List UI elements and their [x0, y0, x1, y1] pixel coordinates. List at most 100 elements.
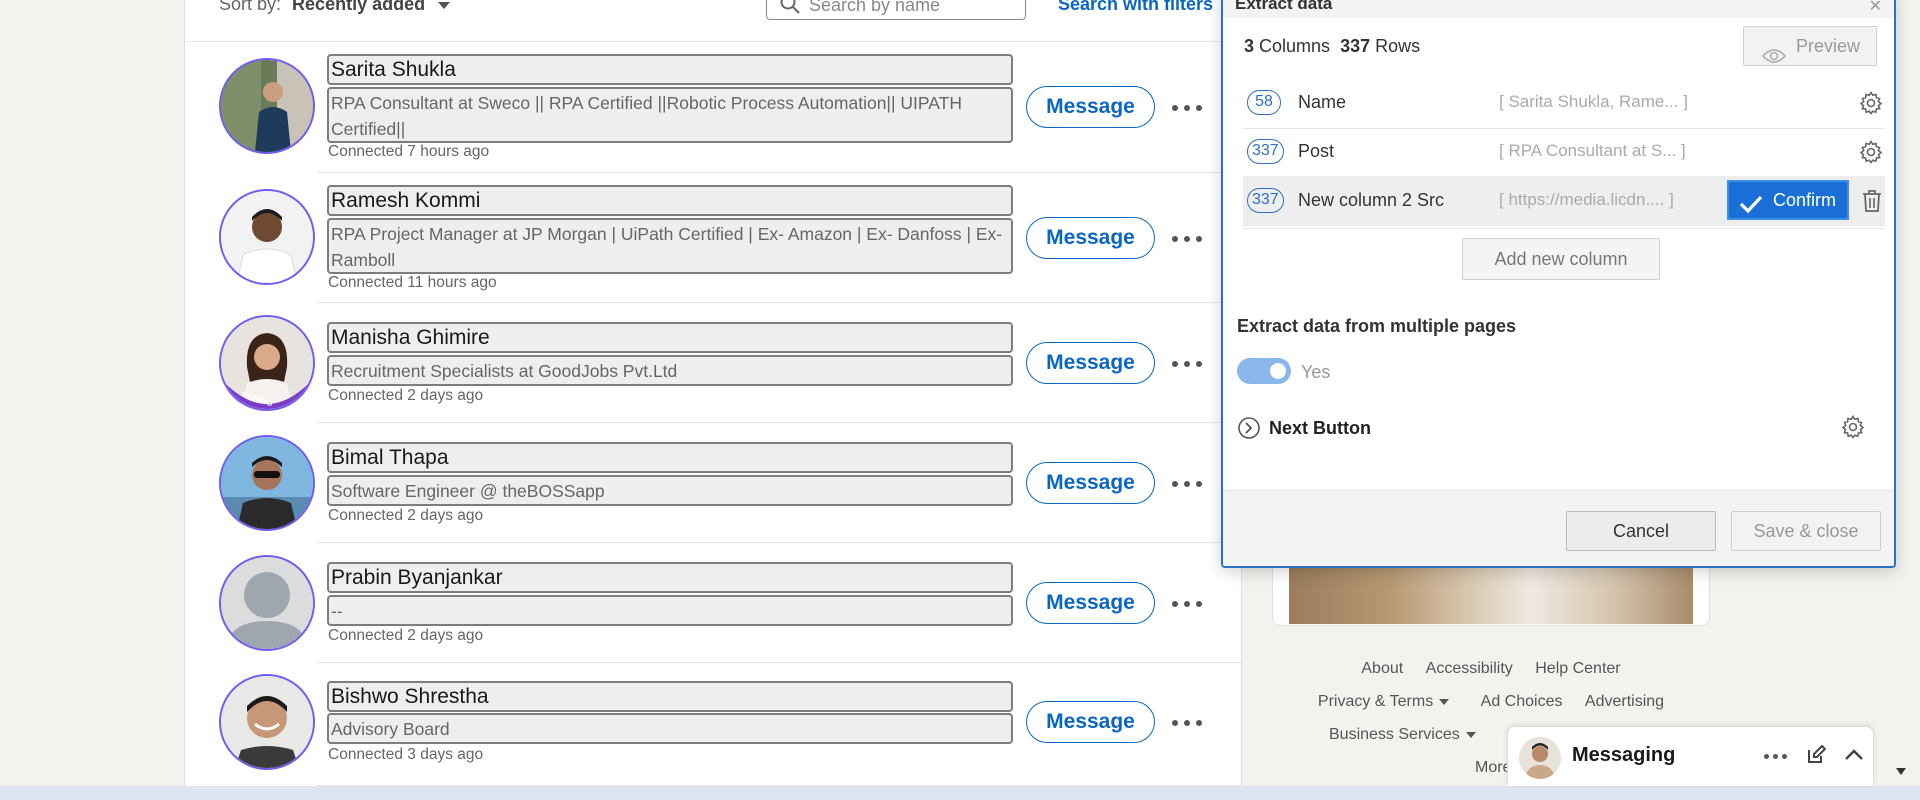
column-sample: [ Sarita Shukla, Rame... ] — [1499, 92, 1688, 111]
caret-down-icon — [438, 1, 451, 9]
column-row-new-column-2-src[interactable]: 337 New column 2 Src [ https://media.lic… — [1243, 176, 1885, 226]
message-button[interactable]: Message — [1026, 86, 1155, 128]
connections-card: Sort by: Recently added Search by name S… — [184, 0, 1243, 786]
connection-name[interactable]: Ramesh Kommi — [327, 185, 1013, 216]
more-options-icon[interactable] — [1764, 752, 1788, 762]
message-button[interactable]: Message — [1026, 342, 1155, 384]
preview-label: Preview — [1796, 36, 1861, 56]
connected-time: Connected 3 days ago — [328, 746, 484, 763]
search-placeholder: Search by name — [809, 0, 941, 15]
chevron-up-icon[interactable] — [1844, 747, 1864, 766]
arrow-circle-right-icon — [1237, 416, 1261, 445]
connected-time: Connected 7 hours ago — [328, 143, 490, 160]
more-options-icon[interactable] — [1171, 594, 1205, 614]
footer-link-label: Business Services — [1329, 726, 1460, 743]
gear-icon[interactable] — [1859, 91, 1883, 120]
divider — [317, 785, 1243, 786]
avatar[interactable] — [219, 674, 315, 770]
footer-link-help-center[interactable]: Help Center — [1535, 660, 1620, 677]
connection-post: -- — [327, 595, 1013, 626]
gear-icon[interactable] — [1859, 140, 1883, 169]
more-options-icon[interactable] — [1171, 354, 1205, 374]
next-button-row[interactable]: Next Button — [1237, 414, 1887, 444]
column-count-badge: 337 — [1247, 139, 1284, 164]
connection-name[interactable]: Prabin Byanjankar — [327, 562, 1013, 593]
footer-link-ad-choices[interactable]: Ad Choices — [1481, 693, 1563, 710]
footer-link-more[interactable]: More — [1475, 759, 1511, 776]
preview-button[interactable]: Preview — [1743, 26, 1877, 66]
dialog-stats: 3 Columns 337 Rows — [1244, 36, 1420, 57]
caret-down-icon — [1465, 731, 1476, 738]
cancel-button[interactable]: Cancel — [1566, 511, 1716, 551]
message-button[interactable]: Message — [1026, 462, 1155, 504]
column-name[interactable]: Name — [1298, 92, 1346, 113]
message-button[interactable]: Message — [1026, 217, 1155, 259]
footer-link-accessibility[interactable]: Accessibility — [1426, 660, 1513, 677]
close-icon[interactable]: ✕ — [1869, 0, 1882, 16]
column-count-badge: 337 — [1247, 188, 1284, 213]
caret-down-icon — [1439, 698, 1450, 705]
rows-label: Rows — [1375, 36, 1421, 56]
add-new-column-button[interactable]: Add new column — [1462, 238, 1660, 280]
column-name[interactable]: New column 2 Src — [1298, 190, 1444, 211]
connection-post: RPA Project Manager at JP Morgan | UiPat… — [327, 218, 1013, 274]
message-button[interactable]: Message — [1026, 701, 1155, 743]
dialog-footer: Cancel Save & close — [1223, 490, 1894, 566]
avatar[interactable] — [219, 189, 315, 285]
taskbar-strip — [0, 786, 1920, 800]
column-name[interactable]: Post — [1298, 141, 1334, 162]
multi-pages-label: Extract data from multiple pages — [1237, 316, 1517, 336]
message-button[interactable]: Message — [1026, 582, 1155, 624]
avatar[interactable] — [219, 58, 315, 154]
more-options-icon[interactable] — [1171, 474, 1205, 494]
connected-time: Connected 2 days ago — [328, 387, 484, 404]
connection-name[interactable]: Bishwo Shrestha — [327, 681, 1013, 712]
search-icon — [779, 0, 801, 23]
avatar[interactable]: #HIRING — [219, 315, 315, 411]
connection-name[interactable]: Manisha Ghimire — [327, 322, 1013, 353]
sort-dropdown[interactable]: Sort by: Recently added — [219, 0, 451, 15]
sort-value: Recently added — [292, 0, 426, 14]
columns-count: 3 — [1244, 36, 1255, 56]
columns-label: Columns — [1259, 36, 1331, 56]
next-button-label: Next Button — [1269, 418, 1371, 438]
footer-link-label: Privacy & Terms — [1317, 693, 1434, 710]
save-and-close-button[interactable]: Save & close — [1731, 511, 1881, 551]
connection-name[interactable]: Sarita Shukla — [327, 54, 1013, 85]
footer-link-privacy-terms[interactable]: Privacy & Terms — [1318, 693, 1458, 710]
gear-icon[interactable] — [1841, 415, 1865, 444]
confirm-label: Confirm — [1773, 190, 1837, 210]
search-input[interactable]: Search by name — [766, 0, 1026, 20]
connection-row: Bishwo Shrestha Advisory Board Connected… — [185, 663, 1243, 786]
avatar[interactable] — [219, 555, 315, 651]
eye-icon — [1761, 39, 1787, 77]
multi-pages-toggle[interactable] — [1237, 358, 1291, 384]
footer-link-advertising[interactable]: Advertising — [1585, 693, 1664, 710]
column-sample: [ https://media.licdn.... ] — [1499, 190, 1674, 209]
column-row-post[interactable]: 337 Post [ RPA Consultant at S... ] — [1243, 129, 1885, 175]
more-options-icon[interactable] — [1171, 229, 1205, 249]
toggle-label: Yes — [1301, 362, 1331, 382]
messaging-bar[interactable]: Messaging — [1507, 726, 1874, 786]
sort-bar: Sort by: Recently added Search by name S… — [185, 0, 1241, 42]
confirm-button[interactable]: Confirm — [1727, 180, 1849, 220]
connection-row: Sarita Shukla RPA Consultant at Sweco ||… — [185, 42, 1243, 173]
search-with-filters-link[interactable]: Search with filters — [1058, 0, 1213, 15]
trash-icon[interactable] — [1861, 189, 1883, 218]
promo-card[interactable] — [1272, 566, 1710, 626]
more-options-icon[interactable] — [1171, 98, 1205, 118]
connection-post: Recruitment Specialists at GoodJobs Pvt.… — [327, 355, 1013, 386]
column-row-name[interactable]: 58 Name [ Sarita Shukla, Rame... ] — [1243, 80, 1885, 126]
extract-data-dialog: Extract data ✕ 3 Columns 337 Rows Previe… — [1221, 0, 1896, 568]
promo-image — [1289, 566, 1693, 624]
scroll-down-arrow-icon[interactable] — [1896, 768, 1906, 775]
footer-link-business-services[interactable]: Business Services — [1329, 726, 1485, 743]
connection-name[interactable]: Bimal Thapa — [327, 442, 1013, 473]
connected-time: Connected 2 days ago — [328, 507, 484, 524]
avatar[interactable] — [219, 435, 315, 531]
sort-label: Sort by: — [219, 0, 282, 14]
compose-icon[interactable] — [1806, 744, 1827, 770]
check-icon — [1739, 190, 1763, 226]
more-options-icon[interactable] — [1171, 713, 1205, 733]
footer-link-about[interactable]: About — [1361, 660, 1403, 677]
